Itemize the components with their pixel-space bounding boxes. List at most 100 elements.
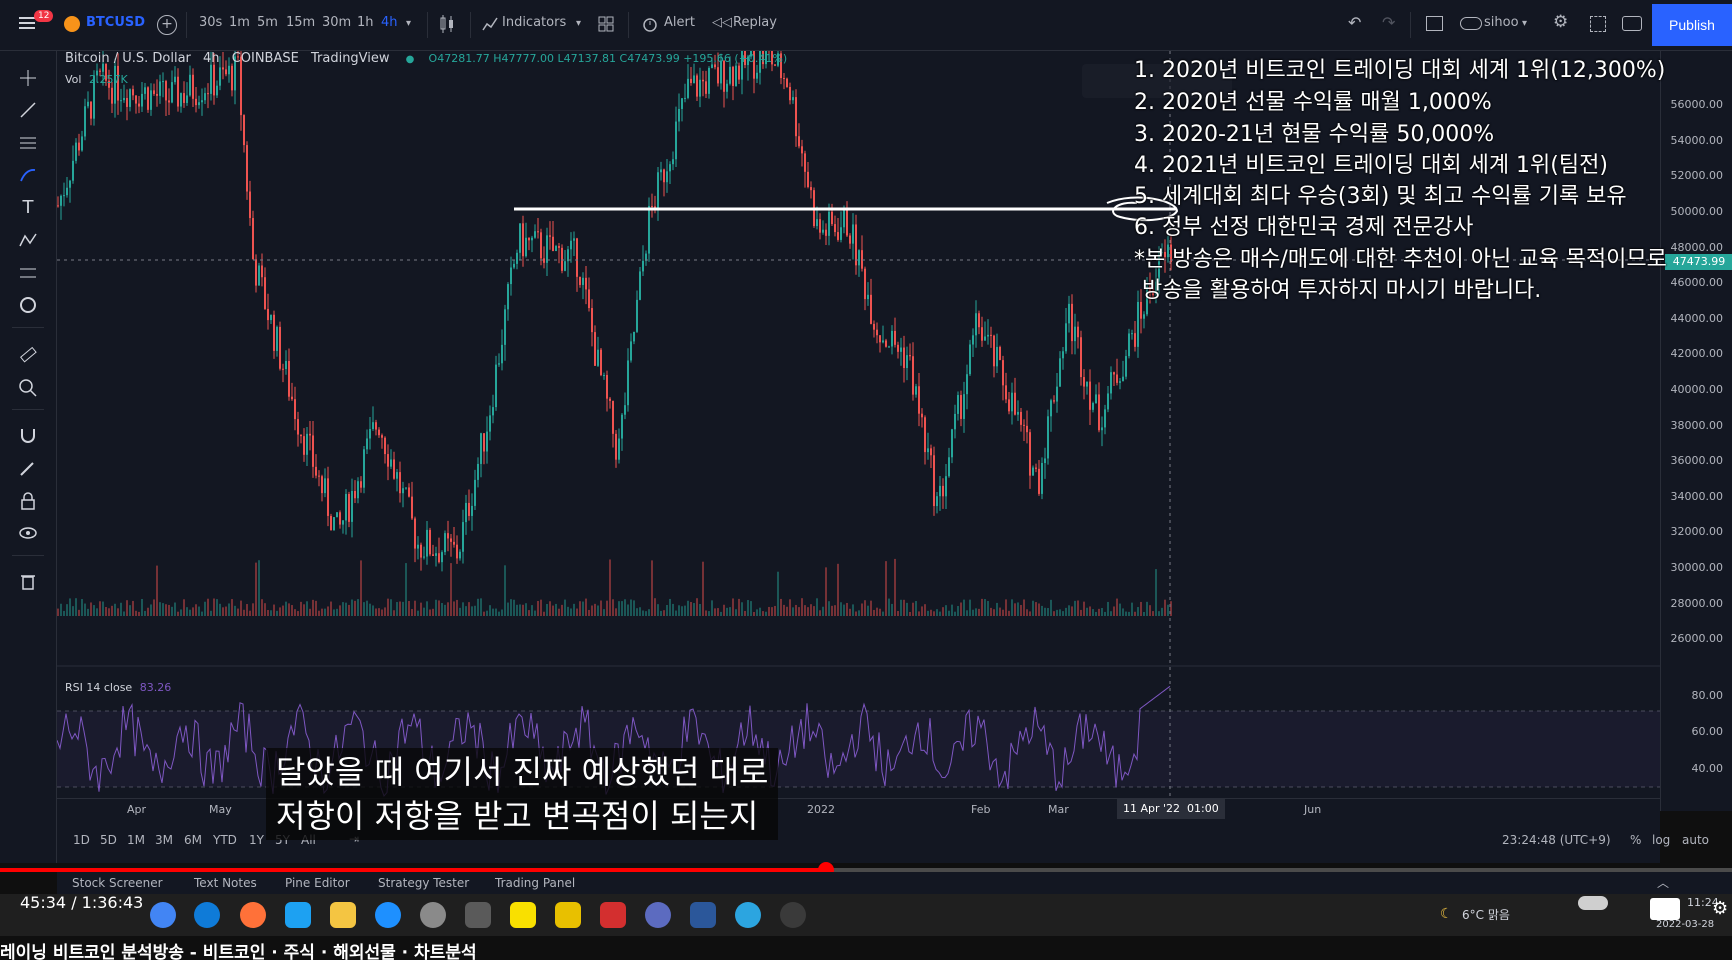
- candle-body: [195, 98, 197, 106]
- volume-bar: [720, 611, 722, 616]
- brush-icon[interactable]: [14, 161, 42, 189]
- word-icon[interactable]: [690, 902, 716, 928]
- chevron-up-icon[interactable]: ︿: [1657, 874, 1669, 891]
- interval-30s[interactable]: 30s: [199, 15, 222, 30]
- candle-body: [708, 67, 710, 94]
- candle-body: [585, 277, 587, 290]
- interval-5m[interactable]: 5m: [257, 15, 278, 30]
- interval-1h[interactable]: 1h: [357, 15, 374, 30]
- candle-body: [615, 433, 617, 460]
- volume-bar: [381, 609, 383, 616]
- redo-icon[interactable]: ↷: [1382, 13, 1395, 32]
- eye-icon[interactable]: [14, 519, 42, 547]
- candle-body: [1005, 385, 1007, 400]
- zoom-in-icon[interactable]: [14, 374, 42, 402]
- subtitle-line-1: 달았을 때 여기서 진짜 예상했던 대로: [276, 753, 769, 791]
- range-1m[interactable]: 1M: [127, 833, 145, 847]
- candle-body: [891, 330, 893, 347]
- kakaotalk-icon[interactable]: [510, 902, 536, 928]
- text-tool-icon[interactable]: T: [14, 193, 42, 221]
- alert-button[interactable]: Alert: [664, 15, 695, 30]
- app-icon[interactable]: [420, 902, 446, 928]
- volume-bar: [951, 604, 953, 616]
- ruler-icon[interactable]: [14, 341, 42, 369]
- range-ytd[interactable]: YTD: [213, 833, 237, 847]
- prediction-icon[interactable]: [14, 259, 42, 287]
- overlay-text-line: 6. 정부 선정 대한민국 경제 전문강사: [1134, 215, 1474, 240]
- layout-icon[interactable]: [1426, 16, 1443, 31]
- settings-gear-icon[interactable]: ⚙: [1712, 898, 1728, 919]
- video-title[interactable]: 레이닝 비트코인 분석방송 - 비트코인 · 주식 · 해외선물 · 차트분석: [0, 943, 477, 960]
- folder-icon[interactable]: [330, 902, 356, 928]
- camera-icon[interactable]: [1622, 16, 1642, 31]
- range-1d[interactable]: 1D: [73, 833, 90, 847]
- calculator-icon[interactable]: [465, 902, 491, 928]
- fullscreen-icon[interactable]: [1590, 16, 1606, 32]
- weather-text[interactable]: 6°C 맑음: [1462, 906, 1510, 923]
- discord-icon[interactable]: [645, 902, 671, 928]
- candle-body: [225, 69, 227, 75]
- layout-name[interactable]: sihoo: [1484, 15, 1519, 30]
- interval-30m[interactable]: 30m: [322, 15, 351, 30]
- auto-toggle[interactable]: auto: [1682, 833, 1709, 847]
- range-6m[interactable]: 6M: [184, 833, 202, 847]
- trash-icon[interactable]: [14, 567, 42, 595]
- pitchfork-icon[interactable]: [14, 128, 42, 156]
- volume-bar: [1032, 600, 1034, 616]
- volume-bar: [276, 610, 278, 616]
- tab-strategy-tester[interactable]: Strategy Tester: [378, 876, 469, 890]
- interval-15m[interactable]: 15m: [286, 15, 315, 30]
- ie-icon[interactable]: [375, 902, 401, 928]
- edge-icon[interactable]: [194, 902, 220, 928]
- candle-body: [132, 89, 134, 96]
- trend-line-icon[interactable]: [14, 96, 42, 124]
- interval-4h[interactable]: 4h: [381, 15, 398, 30]
- utc-clock[interactable]: 23:24:48 (UTC+9): [1502, 833, 1611, 847]
- app-red-icon[interactable]: [600, 902, 626, 928]
- range-1y[interactable]: 1Y: [249, 833, 264, 847]
- sticky-notes-icon[interactable]: [555, 902, 581, 928]
- telegram-icon[interactable]: [735, 902, 761, 928]
- circle-shape-icon[interactable]: [14, 291, 42, 319]
- tab-pine-editor[interactable]: Pine Editor: [285, 876, 350, 890]
- replay-button[interactable]: Replay: [733, 15, 777, 30]
- candle-body: [192, 74, 194, 99]
- symbol-search[interactable]: BTCUSD: [86, 15, 145, 30]
- chevron-down-icon[interactable]: ▾: [1522, 18, 1527, 29]
- magnet-icon[interactable]: [14, 421, 42, 449]
- chrome-icon[interactable]: [150, 902, 176, 928]
- range-5d[interactable]: 5D: [100, 833, 117, 847]
- log-toggle[interactable]: log: [1652, 833, 1670, 847]
- volume-bar: [429, 609, 431, 616]
- indicators-button[interactable]: Indicators: [502, 15, 566, 30]
- interval-1m[interactable]: 1m: [229, 15, 250, 30]
- gear-icon[interactable]: ⚙: [1553, 12, 1568, 32]
- tab-stock-screener[interactable]: Stock Screener: [72, 876, 163, 890]
- compare-add-icon[interactable]: +: [157, 15, 177, 35]
- volume-bar: [105, 606, 107, 616]
- range-3m[interactable]: 3M: [155, 833, 173, 847]
- price-tick: 34000.00: [1670, 490, 1724, 503]
- chevron-down-icon[interactable]: ▾: [406, 18, 411, 29]
- crosshair-icon[interactable]: [14, 64, 42, 92]
- twitter-icon[interactable]: [285, 902, 311, 928]
- candles-style-icon[interactable]: [438, 14, 456, 38]
- percent-toggle[interactable]: %: [1630, 833, 1641, 847]
- firefox-icon[interactable]: [240, 902, 266, 928]
- chevron-down-icon[interactable]: ▾: [576, 18, 581, 29]
- pencil-lock-icon[interactable]: [14, 454, 42, 482]
- candle-body: [219, 67, 221, 86]
- tab-trading-panel[interactable]: Trading Panel: [495, 876, 575, 890]
- templates-grid-icon[interactable]: [598, 16, 614, 36]
- lock-icon[interactable]: [14, 487, 42, 515]
- pattern-icon[interactable]: [14, 226, 42, 254]
- volume-bar: [240, 600, 242, 616]
- app-gray-icon[interactable]: [780, 902, 806, 928]
- tab-text-notes[interactable]: Text Notes: [194, 876, 257, 890]
- publish-button[interactable]: Publish: [1652, 4, 1732, 46]
- captions-icon[interactable]: [1650, 898, 1680, 920]
- autoplay-toggle[interactable]: [1578, 896, 1608, 910]
- symbol-legend[interactable]: Bitcoin / U.S. Dollar 4h COINBASE Tradin…: [65, 51, 787, 66]
- price-scale[interactable]: 56000.00 54000.00 52000.00 50000.00 4800…: [1660, 51, 1732, 811]
- undo-icon[interactable]: ↶: [1348, 13, 1361, 32]
